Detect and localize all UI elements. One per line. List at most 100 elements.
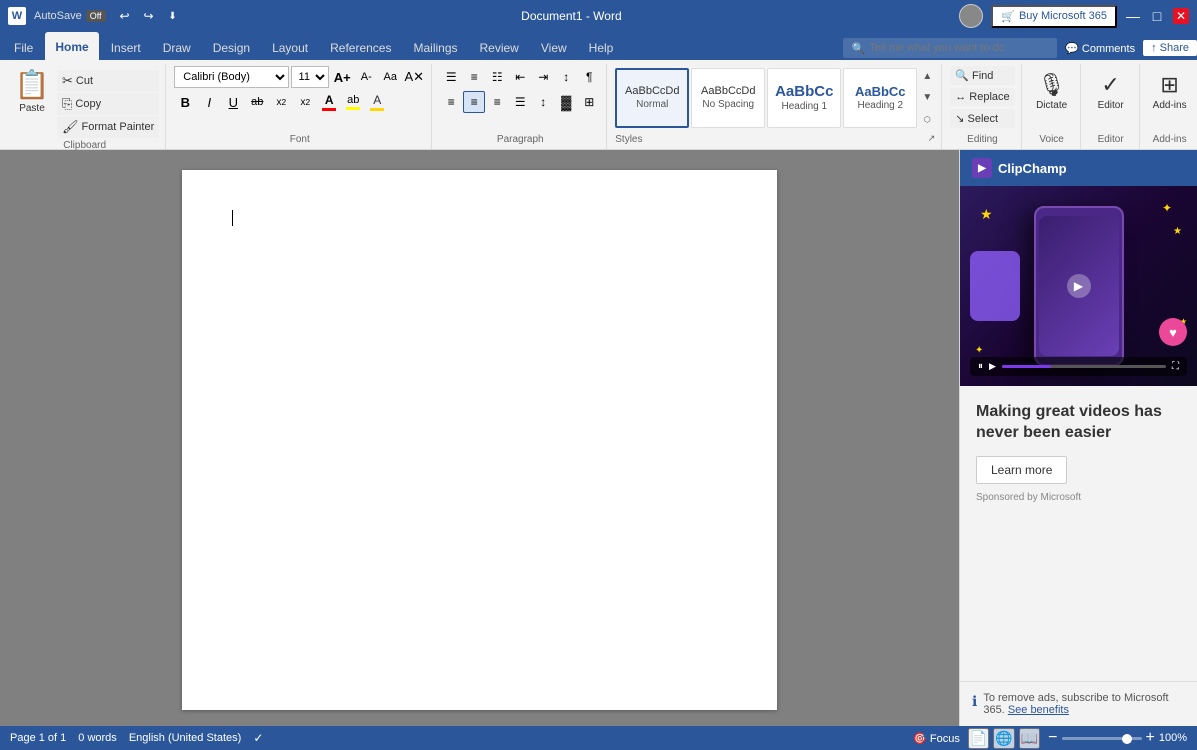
strikethrough-button[interactable]: ab — [246, 91, 268, 113]
tab-mailings[interactable]: Mailings — [403, 34, 467, 60]
format-painter-button[interactable]: 🖌 Format Painter — [57, 116, 159, 138]
paragraph-group: ☰ ≡ ☷ ⇤ ⇥ ↕ ¶ ≡ ≡ ≡ ☰ ↕ ▓ — [434, 64, 607, 149]
add-ins-content: ⊞ Add-ins — [1148, 64, 1192, 132]
styles-scroll-up[interactable]: ▲ — [919, 66, 935, 87]
titlebar-right: 🛒 Buy Microsoft 365 — □ ✕ — [959, 4, 1189, 28]
replace-button[interactable]: ↔ Replace — [950, 88, 1014, 106]
italic-button[interactable]: I — [198, 91, 220, 113]
tab-review[interactable]: Review — [470, 34, 529, 60]
styles-launcher[interactable]: ↗ — [928, 133, 936, 144]
focus-button[interactable]: 🎯 Focus — [913, 732, 960, 745]
dictate-button[interactable]: 🎙 Dictate — [1030, 66, 1074, 116]
video-pause-icon[interactable]: ⏸ — [978, 361, 983, 372]
tab-view[interactable]: View — [531, 34, 577, 60]
tab-draw[interactable]: Draw — [153, 34, 201, 60]
minimize-button[interactable]: — — [1125, 8, 1141, 24]
zoom-in-button[interactable]: + — [1146, 729, 1155, 747]
maximize-button[interactable]: □ — [1149, 8, 1165, 24]
read-mode-button[interactable]: 📖 — [1019, 728, 1040, 749]
find-icon: 🔍 — [955, 69, 969, 82]
buy-button[interactable]: 🛒 Buy Microsoft 365 — [991, 5, 1117, 28]
style-heading2[interactable]: AaBbCc Heading 2 — [843, 68, 917, 128]
styles-more[interactable]: ⬡ — [919, 109, 935, 130]
document-page[interactable] — [182, 170, 777, 710]
font-shrink-button[interactable]: A- — [355, 66, 377, 88]
tab-help[interactable]: Help — [579, 34, 624, 60]
sort-button[interactable]: ↕ — [555, 66, 577, 88]
tab-file[interactable]: File — [4, 34, 43, 60]
learn-more-button[interactable]: Learn more — [976, 456, 1067, 484]
clear-formatting-button[interactable]: A✕ — [403, 66, 425, 88]
style-normal[interactable]: AaBbCcDd Normal — [615, 68, 689, 128]
sidebar-panel: ▶ ClipChamp ★ ✦ ★ ✦ ★ ▶ — [959, 150, 1197, 726]
print-layout-button[interactable]: 📄 — [968, 728, 989, 749]
clipchamp-title: ClipChamp — [998, 161, 1067, 176]
font-selector[interactable]: Calibri (Body) — [174, 66, 289, 88]
cut-icon: ✂ — [62, 73, 73, 89]
font-size-selector[interactable]: 11 — [291, 66, 329, 88]
numbering-button[interactable]: ≡ — [463, 66, 485, 88]
font-color-button[interactable]: A — [366, 91, 388, 113]
subscript-button[interactable]: x2 — [270, 91, 292, 113]
tab-references[interactable]: References — [320, 34, 401, 60]
styles-group: AaBbCcDd Normal AaBbCcDd No Spacing AaBb… — [609, 64, 942, 149]
buy-label: Buy Microsoft 365 — [1019, 10, 1107, 22]
style-no-spacing[interactable]: AaBbCcDd No Spacing — [691, 68, 765, 128]
video-controls-bar[interactable]: ⏸ ▶ ⛶ — [970, 357, 1187, 376]
bold-button[interactable]: B — [174, 91, 196, 113]
avatar[interactable] — [959, 4, 983, 28]
align-left-button[interactable]: ≡ — [440, 91, 462, 113]
align-right-button[interactable]: ≡ — [486, 91, 508, 113]
comments-button[interactable]: 💬 Comments — [1065, 42, 1135, 55]
zoom-out-button[interactable]: − — [1048, 729, 1057, 747]
superscript-button[interactable]: x2 — [294, 91, 316, 113]
share-button[interactable]: ↑ Share — [1143, 40, 1197, 56]
bullets-button[interactable]: ☰ — [440, 66, 462, 88]
indent-decrease-button[interactable]: ⇤ — [509, 66, 531, 88]
tab-home[interactable]: Home — [45, 32, 98, 60]
titlebar: W AutoSave Off ↩ ↪ ⬇ Document1 - Word 🛒 … — [0, 0, 1197, 32]
zoom-track[interactable] — [1062, 737, 1142, 740]
cut-button[interactable]: ✂ Cut — [57, 70, 159, 92]
select-button[interactable]: ↘ Select — [950, 109, 1014, 128]
find-button[interactable]: 🔍 Find — [950, 66, 1014, 85]
borders-button[interactable]: ⊞ — [578, 91, 600, 113]
see-benefits-link[interactable]: See benefits — [1008, 704, 1069, 716]
styles-scroll-down[interactable]: ▼ — [919, 87, 935, 108]
web-layout-button[interactable]: 🌐 — [993, 728, 1014, 749]
paste-button[interactable]: 📋 Paste — [10, 66, 54, 116]
add-ins-button[interactable]: ⊞ Add-ins — [1148, 66, 1192, 116]
text-color-button[interactable]: A — [318, 91, 340, 113]
justify-button[interactable]: ☰ — [509, 91, 531, 113]
tab-insert[interactable]: Insert — [101, 34, 151, 60]
font-grow-button[interactable]: A+ — [331, 66, 353, 88]
fullscreen-icon[interactable]: ⛶ — [1172, 361, 1179, 372]
word-logo: W — [8, 7, 26, 25]
copy-button[interactable]: ⎘ Copy — [57, 93, 159, 115]
style-heading1[interactable]: AaBbCc Heading 1 — [767, 68, 841, 128]
autosave-button[interactable]: ⬇ — [162, 5, 184, 27]
redo-button[interactable]: ↪ — [138, 5, 160, 27]
align-center-button[interactable]: ≡ — [463, 91, 485, 113]
tab-layout[interactable]: Layout — [262, 34, 318, 60]
undo-button[interactable]: ↩ — [114, 5, 136, 27]
indent-increase-button[interactable]: ⇥ — [532, 66, 554, 88]
multilevel-button[interactable]: ☷ — [486, 66, 508, 88]
underline-button[interactable]: U — [222, 91, 244, 113]
editor-button[interactable]: ✓ Editor — [1089, 66, 1133, 116]
video-progress-bar[interactable] — [1002, 365, 1166, 368]
shading-button[interactable]: ▓ — [555, 91, 577, 113]
page-info: Page 1 of 1 — [10, 732, 66, 744]
zoom-slider: − + 100% — [1048, 729, 1187, 747]
editing-group: 🔍 Find ↔ Replace ↘ Select Editing — [944, 64, 1021, 149]
tab-design[interactable]: Design — [203, 34, 260, 60]
select-icon: ↘ — [955, 112, 964, 125]
line-spacing-button[interactable]: ↕ — [532, 91, 554, 113]
change-case-button[interactable]: Aa — [379, 66, 401, 88]
highlight-button[interactable]: ab — [342, 91, 364, 113]
doc-area[interactable] — [0, 150, 959, 726]
close-button[interactable]: ✕ — [1173, 8, 1189, 24]
tell-me-input[interactable] — [869, 42, 1049, 54]
para-row1: ☰ ≡ ☷ ⇤ ⇥ ↕ ¶ — [440, 66, 600, 88]
show-marks-button[interactable]: ¶ — [578, 66, 600, 88]
